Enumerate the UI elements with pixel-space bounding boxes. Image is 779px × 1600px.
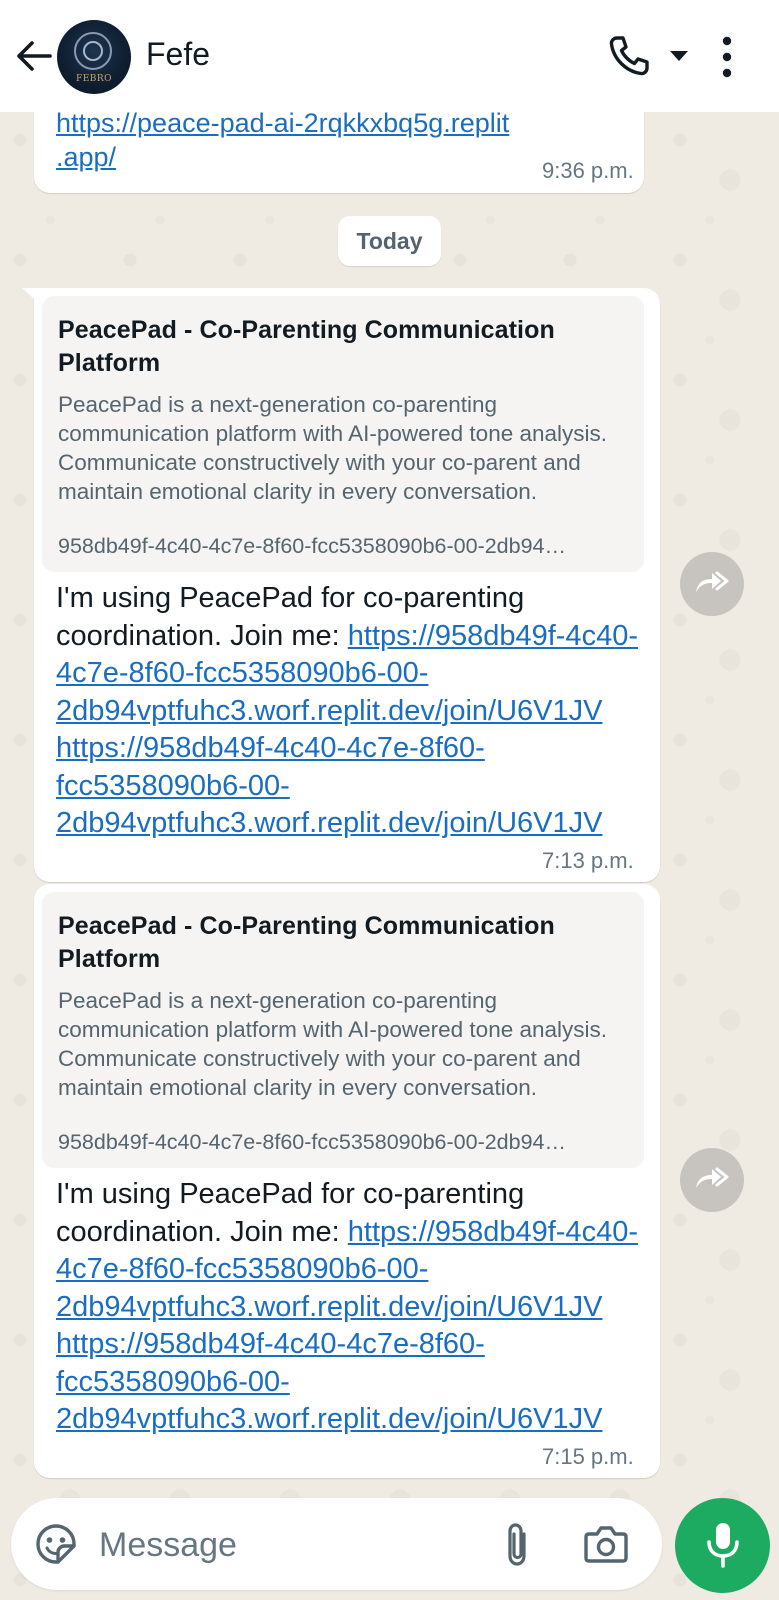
link-preview-card[interactable]: PeacePad - Co-Parenting Communication Pl…: [42, 296, 644, 572]
link-preview-domain: 958db49f-4c40-4c7e-8f60-fcc5358090b6-00-…: [58, 1130, 567, 1154]
message-time: 7:13 p.m.: [542, 848, 634, 873]
link-preview-title: PeacePad - Co-Parenting Communication Pl…: [58, 316, 555, 377]
link-preview-description: PeacePad is a next-generation co-parenti…: [58, 988, 608, 1100]
kebab-menu-icon[interactable]: [720, 36, 734, 78]
message-bubble[interactable]: PeacePad - Co-Parenting Communication Pl…: [22, 288, 660, 882]
forward-button[interactable]: [680, 552, 744, 616]
forward-icon: [696, 1167, 729, 1188]
message-time: 9:36 p.m.: [542, 158, 634, 183]
back-arrow-icon[interactable]: [14, 36, 54, 76]
link-preview-domain: 958db49f-4c40-4c7e-8f60-fcc5358090b6-00-…: [58, 534, 567, 558]
link-preview-card[interactable]: PeacePad - Co-Parenting Communication Pl…: [42, 892, 644, 1168]
date-separator: Today: [338, 216, 441, 266]
forward-button[interactable]: [680, 1148, 744, 1212]
avatar-logo-text: FEBRO: [75, 74, 113, 84]
link-preview-description: PeacePad is a next-generation co-parenti…: [58, 392, 608, 504]
paperclip-icon[interactable]: [499, 1520, 535, 1570]
message-text: I'm using PeacePad for co-parenting coor…: [56, 580, 656, 843]
invite-link-duplicate[interactable]: https://958db49f-4c40-4c7e-8f60-fcc53580…: [56, 1328, 602, 1435]
voice-message-button[interactable]: [675, 1498, 770, 1593]
phone-icon[interactable]: [607, 34, 651, 78]
message-text: I'm using PeacePad for co-parenting coor…: [56, 1176, 656, 1439]
link-preview-title: PeacePad - Co-Parenting Communication Pl…: [58, 912, 555, 973]
contact-name[interactable]: Fefe: [146, 36, 210, 73]
microphone-icon: [707, 1523, 739, 1568]
bubble-tail: [22, 288, 44, 308]
caret-down-icon[interactable]: [668, 48, 690, 64]
message-link-continuation[interactable]: .app/: [56, 142, 116, 173]
message-link[interactable]: https://peace-pad-ai-2rqkkxbq5g.replit: [56, 108, 509, 139]
invite-link-duplicate[interactable]: https://958db49f-4c40-4c7e-8f60-fcc53580…: [56, 732, 602, 839]
message-time: 7:15 p.m.: [542, 1444, 634, 1469]
forward-icon: [696, 571, 729, 592]
chat-header: FEBRO Fefe: [0, 0, 779, 112]
message-input[interactable]: [97, 1520, 471, 1570]
sticker-icon[interactable]: [34, 1522, 78, 1566]
message-bubble[interactable]: PeacePad - Co-Parenting Communication Pl…: [34, 884, 660, 1478]
contact-avatar[interactable]: FEBRO: [57, 20, 131, 94]
message-composer: [11, 1498, 662, 1590]
avatar-ring-inner: [83, 41, 103, 61]
camera-icon[interactable]: [583, 1522, 629, 1566]
